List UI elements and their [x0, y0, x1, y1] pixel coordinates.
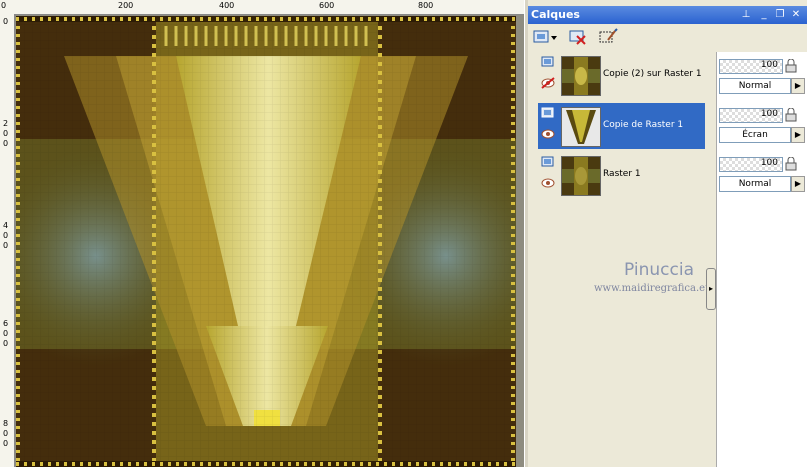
image-workspace[interactable]: 0 200 400 600 800 0 2 0 0 4 0 0 6 0 0 8 … [0, 0, 524, 467]
layer-row-selected[interactable]: Copie de Raster 1 [538, 103, 705, 149]
lock-transparency-icon[interactable] [785, 108, 797, 122]
ruler-label: 8 [3, 419, 9, 428]
opacity-value: 100 [760, 109, 778, 119]
vertical-ruler: 0 2 0 0 4 0 0 6 0 0 8 0 0 [0, 14, 15, 467]
opacity-slider[interactable]: 100 [719, 59, 783, 74]
ruler-label: 400 [219, 1, 235, 10]
layer-name: Raster 1 [603, 169, 641, 179]
palette-title: Calques [531, 8, 580, 21]
new-raster-layer-button[interactable] [532, 28, 557, 46]
layer-thumbnail [561, 156, 601, 196]
restore-icon[interactable]: ❐ [774, 9, 786, 21]
visibility-hidden-icon[interactable] [541, 76, 555, 90]
ruler-label: 0 [3, 241, 9, 250]
ruler-label: 800 [418, 1, 434, 10]
ruler-label: 0 [3, 429, 9, 438]
layers-palette: Calques ⊥ _ ❐ ✕ Copie (2) sur Raster 1 C… [528, 0, 807, 467]
layer-group-icon [541, 156, 554, 167]
ruler-label: 2 [3, 119, 9, 128]
ruler-label: 0 [1, 1, 7, 10]
opacity-slider[interactable]: 100 [719, 108, 783, 123]
opacity-value: 100 [760, 60, 778, 70]
watermark-name: Pinuccia [624, 260, 694, 280]
watermark-site: www.maidiregrafica.eu [594, 283, 712, 294]
ruler-label: 0 [3, 17, 9, 26]
ruler-label: 4 [3, 221, 9, 230]
layer-group-icon [541, 56, 554, 67]
lock-transparency-icon[interactable] [785, 157, 797, 171]
chevron-right-icon[interactable]: ▶ [791, 176, 805, 192]
delete-layer-button[interactable] [568, 28, 588, 46]
visibility-eye-icon[interactable] [541, 127, 555, 141]
layer-row[interactable]: Copie (2) sur Raster 1 [538, 52, 705, 98]
layer-properties: 100 Normal ▶ [717, 154, 807, 200]
edit-selection-icon [599, 28, 618, 43]
edit-selection-button[interactable] [598, 28, 618, 46]
layer-row[interactable]: Raster 1 [538, 152, 705, 198]
lock-transparency-icon[interactable] [785, 59, 797, 73]
delete-layer-icon [569, 30, 586, 45]
layer-group-icon [541, 107, 554, 118]
ruler-label: 0 [3, 339, 9, 348]
ruler-label: 200 [118, 1, 134, 10]
collapse-arrow-icon[interactable]: ▸ [706, 268, 716, 310]
blend-mode-select[interactable]: Normal [719, 176, 791, 192]
new-raster-layer-icon [533, 30, 557, 43]
ruler-label: 600 [319, 1, 335, 10]
close-icon[interactable]: ✕ [790, 9, 802, 21]
ruler-label: 0 [3, 129, 9, 138]
layer-properties: 100 Écran ▶ [717, 105, 807, 151]
ruler-label: 6 [3, 319, 9, 328]
image-canvas[interactable] [0, 16, 524, 467]
ruler-label: 0 [3, 139, 9, 148]
layer-thumbnail [561, 56, 601, 96]
layer-properties: 100 Normal ▶ [717, 56, 807, 102]
horizontal-ruler: 0 200 400 600 800 [0, 0, 524, 15]
palette-toolbar [528, 24, 807, 50]
blend-mode-select[interactable]: Écran [719, 127, 791, 143]
ruler-label: 0 [3, 439, 9, 448]
pin-icon[interactable]: ⊥ [740, 9, 752, 21]
ruler-label: 0 [3, 329, 9, 338]
layer-properties-column: 100 Normal ▶ 100 Écran ▶ 100 Normal ▶ [716, 52, 807, 467]
layer-name: Copie de Raster 1 [603, 120, 684, 130]
opacity-value: 100 [760, 158, 778, 168]
minimize-icon[interactable]: _ [758, 9, 770, 21]
visibility-eye-icon[interactable] [541, 176, 555, 190]
opacity-slider[interactable]: 100 [719, 157, 783, 172]
layer-name: Copie (2) sur Raster 1 [603, 69, 702, 79]
blend-mode-select[interactable]: Normal [719, 78, 791, 94]
palette-title-bar[interactable]: Calques ⊥ _ ❐ ✕ [528, 6, 807, 24]
chevron-right-icon[interactable]: ▶ [791, 78, 805, 94]
artwork-image [0, 16, 524, 467]
layer-list: Copie (2) sur Raster 1 Copie de Raster 1 [538, 52, 712, 467]
ruler-label: 0 [3, 231, 9, 240]
layer-thumbnail [561, 107, 601, 147]
chevron-right-icon[interactable]: ▶ [791, 127, 805, 143]
